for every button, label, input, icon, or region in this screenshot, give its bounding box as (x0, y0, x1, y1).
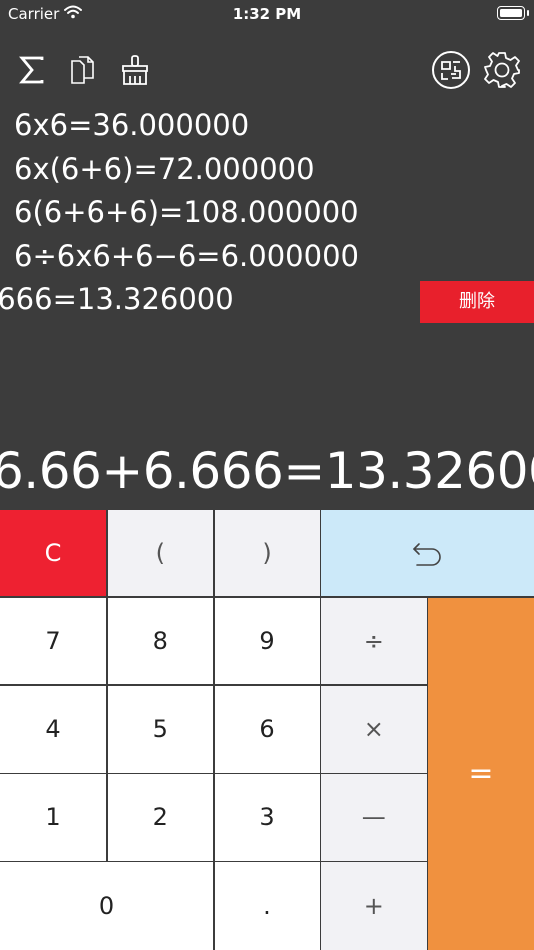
delete-button[interactable]: 删除 (420, 281, 534, 323)
digit-6-button[interactable]: 6 (214, 685, 320, 773)
backspace-button[interactable] (321, 510, 534, 596)
history-text: 6x6=36.000000 (14, 108, 250, 142)
digit-2-button[interactable]: 2 (107, 774, 213, 861)
clock: 1:32 PM (232, 5, 302, 23)
digit-4-button[interactable]: 4 (0, 685, 106, 773)
history-item[interactable]: 6x6=36.000000 (0, 104, 534, 148)
gear-icon[interactable] (482, 50, 522, 90)
multiply-button[interactable]: × (321, 685, 427, 773)
keypad: C ( ) 7 8 9 ÷ 4 5 6 × 1 2 3 — 0 . + = (0, 509, 534, 950)
result-display: 6.66+6.666=13.326000 (0, 436, 534, 508)
qr-grid-icon[interactable] (431, 50, 471, 90)
broom-icon[interactable] (115, 50, 155, 90)
history-list: 6x6=36.000000 6x(6+6)=72.000000 6(6+6+6)… (0, 104, 534, 323)
digit-7-button[interactable]: 7 (0, 597, 106, 684)
sigma-icon[interactable] (12, 50, 52, 90)
history-text: 6÷6x6+6−6=6.000000 (14, 238, 359, 273)
history-item-swiped[interactable]: .666=13.326000 删除 (0, 278, 534, 323)
left-paren-button[interactable]: ( (107, 510, 213, 596)
status-bar: Carrier 1:32 PM (0, 0, 534, 28)
copy-icon[interactable] (62, 50, 102, 90)
history-item[interactable]: 6÷6x6+6−6=6.000000 (0, 235, 534, 279)
digit-8-button[interactable]: 8 (107, 597, 213, 684)
battery-icon (497, 6, 529, 20)
right-paren-button[interactable]: ) (214, 510, 320, 596)
plus-button[interactable]: + (321, 862, 427, 950)
digit-0-button[interactable]: 0 (0, 862, 213, 950)
history-item[interactable]: 6x(6+6)=72.000000 (0, 148, 534, 192)
clear-button[interactable]: C (0, 510, 106, 596)
digit-9-button[interactable]: 9 (214, 597, 320, 684)
equals-button[interactable]: = (428, 597, 534, 950)
history-text: 6(6+6+6)=108.000000 (14, 195, 359, 229)
history-text: .666=13.326000 (0, 282, 234, 316)
minus-button[interactable]: — (321, 774, 427, 861)
undo-arrow-icon (412, 543, 441, 566)
display-text: 6.66+6.666=13.326000 (0, 442, 534, 500)
decimal-button[interactable]: . (214, 862, 320, 950)
digit-3-button[interactable]: 3 (214, 774, 320, 861)
history-item[interactable]: 6(6+6+6)=108.000000 (0, 191, 534, 235)
divide-button[interactable]: ÷ (321, 597, 427, 684)
digit-1-button[interactable]: 1 (0, 774, 106, 861)
history-text: 6x(6+6)=72.000000 (14, 151, 315, 186)
digit-5-button[interactable]: 5 (107, 685, 213, 773)
